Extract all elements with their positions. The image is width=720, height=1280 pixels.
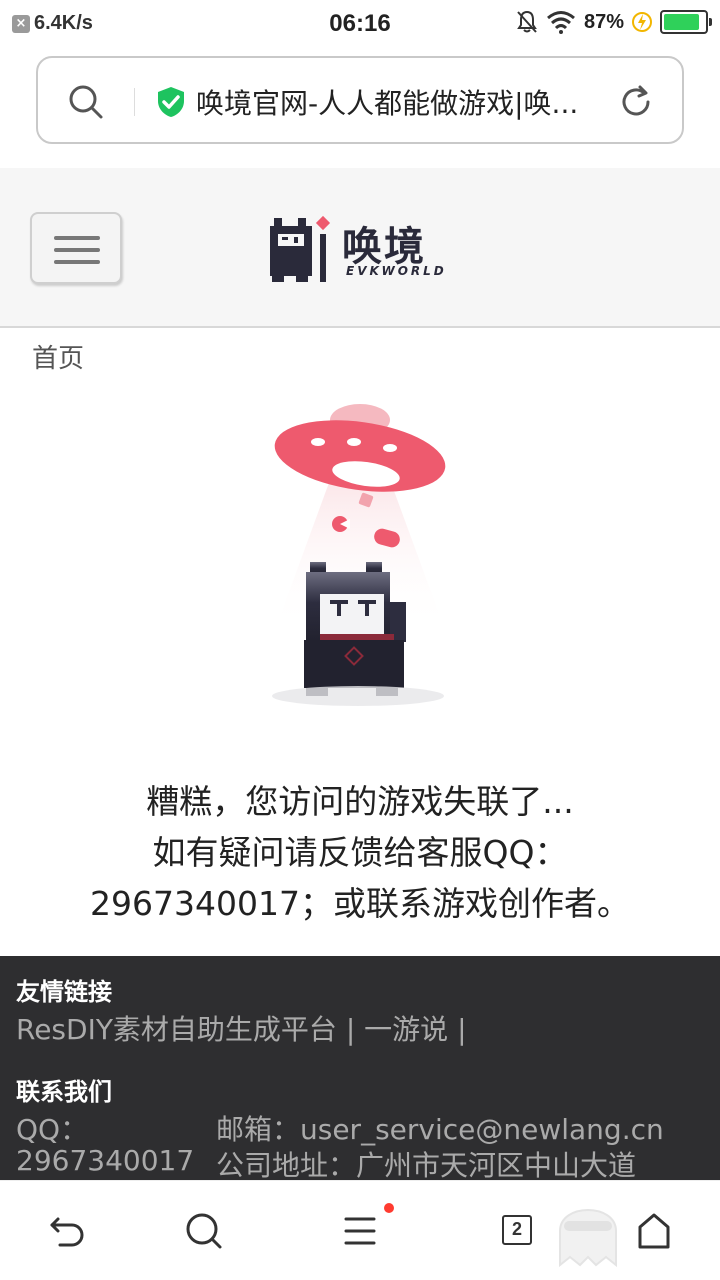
site-logo[interactable]: 唤境 EVKWORLD: [268, 212, 458, 284]
battery-icon: [660, 10, 712, 34]
breadcrumb-home[interactable]: 首页: [32, 338, 84, 375]
charging-icon: [632, 12, 652, 32]
hamburger-menu-button[interactable]: [30, 212, 122, 284]
mascot-shadow: [272, 686, 444, 706]
contact-title: 联系我们: [16, 1078, 112, 1106]
logo-mascot-icon: [270, 215, 331, 282]
qq-number: 2967340017: [16, 1144, 195, 1177]
notification-dot: [384, 1203, 394, 1213]
error-message-line-2: 如有疑问请反馈给客服QQ：: [152, 833, 568, 872]
address-divider: [134, 88, 135, 116]
lost-game-illustration: [272, 404, 446, 706]
address-text: 公司地址：广州市天河区中山大道: [216, 1149, 637, 1182]
email-text[interactable]: 邮箱：user_service@newlang.cn: [216, 1108, 664, 1148]
mute-bell-icon: [517, 10, 537, 33]
page-title[interactable]: 唤境官网-人人都能做游戏|唤...: [196, 82, 616, 122]
search-icon[interactable]: [68, 84, 104, 120]
menu-bar-icon: [54, 248, 100, 252]
status-right: 87%: [516, 10, 712, 34]
incognito-icon[interactable]: [550, 1191, 626, 1271]
reload-icon[interactable]: [618, 84, 654, 120]
friend-links[interactable]: ResDIY素材自助生成平台 | 一游说 |: [16, 1008, 467, 1048]
menu-bar-icon: [54, 260, 100, 264]
qq-label: QQ：: [16, 1113, 89, 1146]
battery-fill: [664, 14, 699, 30]
error-message: 糟糕，您访问的游戏失联了... 如有疑问请反馈给客服QQ： 2967340017…: [0, 776, 720, 929]
search-icon[interactable]: [182, 1209, 226, 1253]
ufo-saucer: [274, 420, 446, 492]
status-bar: × 6.4K/s 06:16 87%: [0, 0, 720, 50]
ufo-light: [311, 438, 325, 446]
battery-percent: 87%: [583, 10, 624, 33]
friend-links-title: 友情链接: [16, 978, 112, 1006]
site-footer: 友情链接 ResDIY素材自助生成平台 | 一游说 | 联系我们 QQ： 邮箱：…: [0, 956, 720, 1182]
ufo-light: [347, 438, 361, 446]
ufo-light: [383, 444, 397, 452]
tabs-icon[interactable]: 2: [502, 1215, 532, 1245]
secure-shield-icon: [158, 87, 184, 117]
error-message-line-1: 糟糕，您访问的游戏失联了...: [146, 782, 574, 821]
menu-icon[interactable]: [338, 1209, 382, 1253]
home-icon[interactable]: [632, 1209, 676, 1253]
back-icon[interactable]: [46, 1209, 90, 1253]
browser-bottom-nav: 2: [0, 1180, 720, 1280]
address-bar[interactable]: 唤境官网-人人都能做游戏|唤...: [36, 56, 684, 144]
logo-subtext: EVKWORLD: [346, 264, 447, 278]
error-message-line-3: 2967340017；或联系游戏创作者。: [90, 884, 630, 923]
wifi-icon: [547, 11, 575, 34]
menu-bar-icon: [54, 236, 100, 240]
site-header: 唤境 EVKWORLD: [0, 168, 720, 328]
mascot-scarf: [320, 634, 394, 640]
